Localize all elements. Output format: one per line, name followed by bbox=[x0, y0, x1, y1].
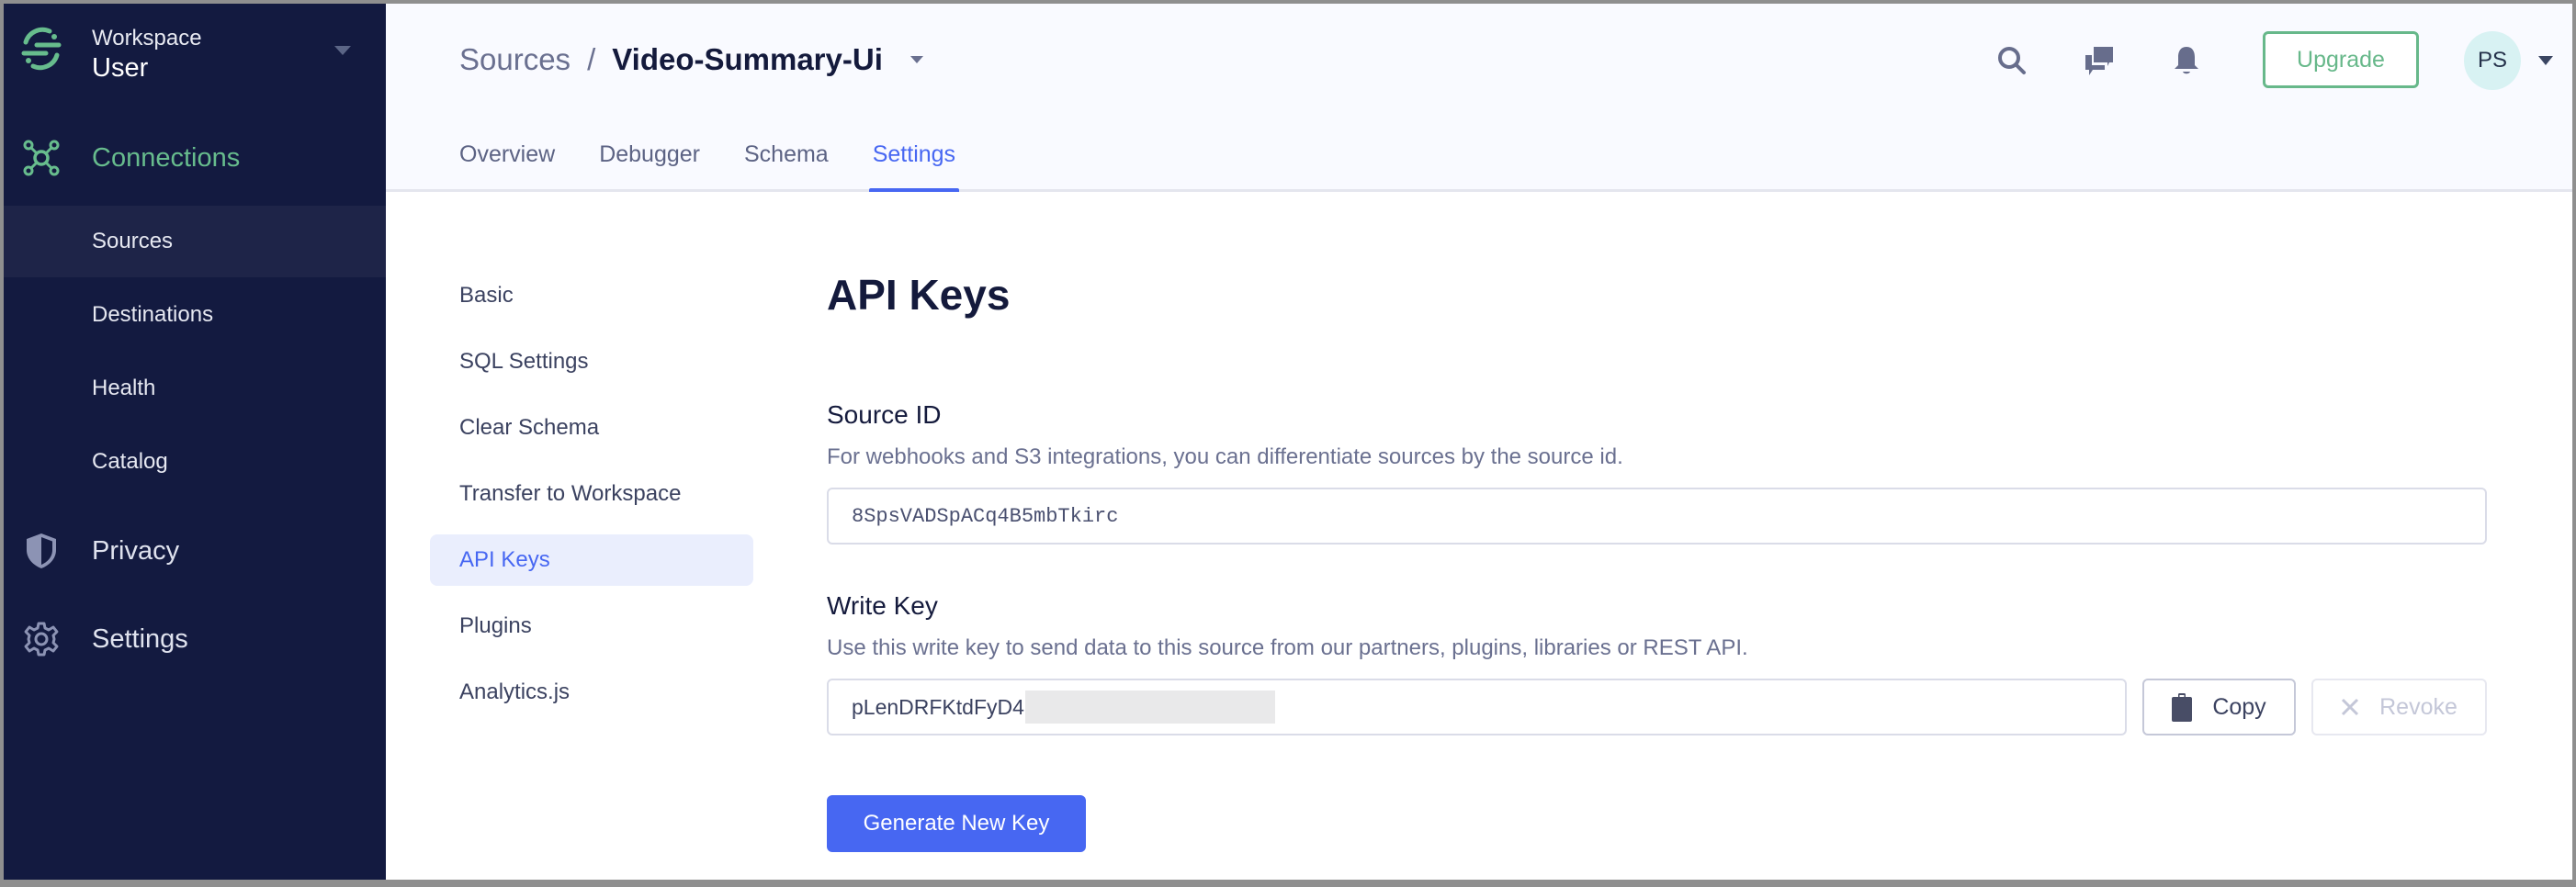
breadcrumb-current-source[interactable]: Video-Summary-Ui bbox=[612, 42, 883, 77]
bell-icon[interactable] bbox=[2168, 42, 2205, 79]
sidebar-item-label: Health bbox=[92, 376, 156, 400]
source-id-field[interactable]: 8SpsVADSpACq4B5mbTkirc bbox=[827, 488, 2487, 545]
breadcrumb-separator: / bbox=[587, 42, 596, 76]
sidebar-item-catalog[interactable]: Catalog bbox=[4, 426, 386, 498]
chevron-down-icon bbox=[334, 46, 351, 55]
settings-nav-analytics-js[interactable]: Analytics.js bbox=[430, 667, 753, 718]
settings-nav-plugins[interactable]: Plugins bbox=[430, 601, 753, 652]
sidebar-item-connections[interactable]: Connections bbox=[4, 130, 386, 185]
sidebar-item-destinations[interactable]: Destinations bbox=[4, 279, 386, 351]
settings-nav-clear-schema[interactable]: Clear Schema bbox=[430, 402, 753, 454]
sidebar-item-label: Catalog bbox=[92, 449, 168, 474]
tab-debugger[interactable]: Debugger bbox=[599, 141, 700, 192]
sidebar-item-label: Sources bbox=[92, 229, 174, 253]
settings-nav-transfer-to-workspace[interactable]: Transfer to Workspace bbox=[430, 468, 753, 520]
connections-icon bbox=[22, 139, 61, 177]
breadcrumb-sources-link[interactable]: Sources bbox=[459, 42, 571, 77]
sidebar-item-label: Privacy bbox=[92, 535, 180, 566]
source-id-label: Source ID bbox=[827, 400, 942, 429]
source-switcher-chevron-icon[interactable] bbox=[910, 56, 923, 63]
write-key-field[interactable]: pLenDRFKtdFyD4 bbox=[827, 679, 2127, 735]
breadcrumb: Sources / Video-Summary-Ui bbox=[459, 42, 923, 77]
tab-bar: Overview Debugger Schema Settings bbox=[459, 141, 1000, 192]
generate-new-key-button[interactable]: Generate New Key bbox=[827, 795, 1086, 852]
workspace-label: Workspace bbox=[92, 26, 202, 51]
copy-button[interactable]: Copy bbox=[2142, 679, 2296, 735]
search-icon[interactable] bbox=[1994, 42, 2030, 79]
page-header: Sources / Video-Summary-Ui Overview Debu… bbox=[386, 4, 2572, 192]
settings-nav-sql-settings[interactable]: SQL Settings bbox=[430, 336, 753, 387]
shield-icon bbox=[22, 532, 61, 570]
workspace-name: User bbox=[92, 53, 149, 83]
page-title: API Keys bbox=[827, 271, 1011, 319]
source-id-description: For webhooks and S3 integrations, you ca… bbox=[827, 444, 1623, 469]
tab-overview[interactable]: Overview bbox=[459, 141, 555, 192]
tab-schema[interactable]: Schema bbox=[744, 141, 829, 192]
write-key-value: pLenDRFKtdFyD4 bbox=[852, 694, 1024, 719]
settings-nav-basic[interactable]: Basic bbox=[430, 270, 753, 321]
chat-icon[interactable] bbox=[2081, 42, 2118, 79]
copy-button-label: Copy bbox=[2212, 693, 2266, 720]
segment-logo-icon bbox=[21, 27, 62, 71]
sidebar-item-sources[interactable]: Sources bbox=[4, 206, 386, 277]
sidebar-item-settings[interactable]: Settings bbox=[4, 612, 386, 667]
avatar-chevron-down-icon[interactable] bbox=[2538, 56, 2553, 65]
source-id-value: 8SpsVADSpACq4B5mbTkirc bbox=[852, 504, 1119, 528]
sidebar-item-label: Connections bbox=[92, 142, 241, 173]
clipboard-icon bbox=[2172, 692, 2193, 722]
write-key-description: Use this write key to send data to this … bbox=[827, 635, 1748, 660]
write-key-label: Write Key bbox=[827, 591, 938, 620]
app-window: Workspace User Connections Sources Desti… bbox=[4, 4, 2572, 880]
settings-nav-api-keys[interactable]: API Keys bbox=[430, 534, 753, 586]
redacted-block bbox=[1024, 691, 1275, 724]
gear-icon bbox=[22, 620, 61, 658]
sidebar-item-label: Settings bbox=[92, 623, 188, 654]
upgrade-button[interactable]: Upgrade bbox=[2263, 31, 2419, 88]
tab-settings[interactable]: Settings bbox=[868, 141, 960, 192]
revoke-button-label: Revoke bbox=[2379, 693, 2457, 720]
workspace-switcher[interactable]: Workspace User bbox=[4, 4, 386, 114]
close-icon bbox=[2341, 698, 2359, 716]
sidebar-item-health[interactable]: Health bbox=[4, 353, 386, 424]
sidebar: Workspace User Connections Sources Desti… bbox=[4, 4, 386, 880]
sidebar-item-privacy[interactable]: Privacy bbox=[4, 523, 386, 578]
avatar[interactable]: PS bbox=[2464, 31, 2521, 90]
sidebar-item-label: Destinations bbox=[92, 302, 214, 327]
revoke-button[interactable]: Revoke bbox=[2311, 679, 2487, 735]
